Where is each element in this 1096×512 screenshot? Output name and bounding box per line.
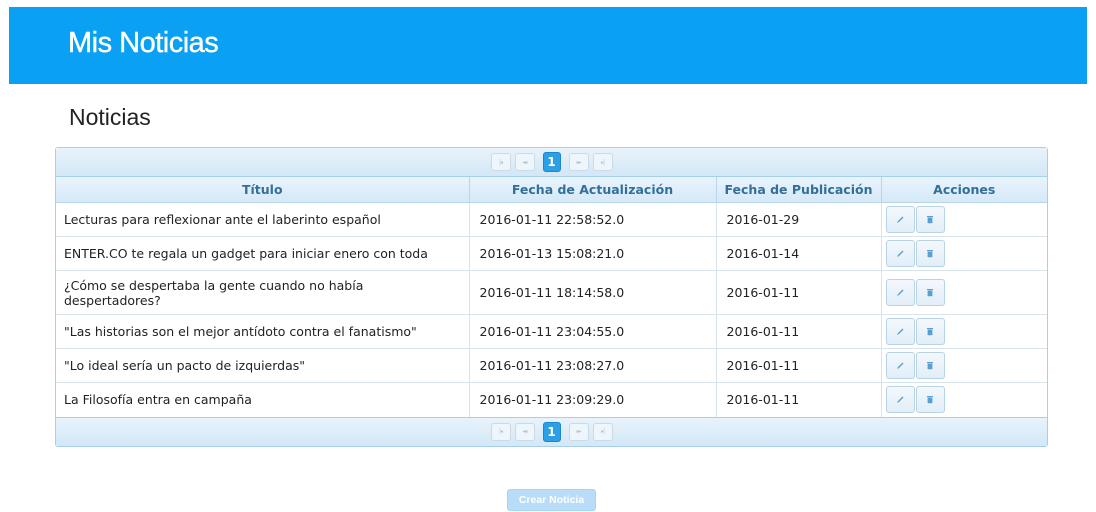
previous-page-icon[interactable]: ◂◂ — [514, 422, 535, 441]
previous-page-icon[interactable]: ◂◂ — [514, 153, 535, 171]
cell-fecha-publicacion: 2016-01-14 — [716, 236, 882, 271]
cell-fecha-publicacion: 2016-01-11 — [716, 348, 882, 383]
cell-acciones — [881, 236, 1047, 271]
cell-fecha-actualizacion: 2016-01-13 15:08:21.0 — [469, 236, 717, 271]
delete-button[interactable] — [915, 318, 945, 345]
news-table-panel: |◂ ◂◂ 1 ▸▸ ▸| Título Fecha de Actualizac… — [55, 147, 1048, 447]
column-header-fecha-publicacion[interactable]: Fecha de Publicación — [716, 177, 882, 203]
trash-icon — [926, 361, 934, 370]
next-page-icon[interactable]: ▸▸ — [568, 153, 589, 171]
trash-icon — [926, 215, 934, 224]
cell-fecha-publicacion: 2016-01-11 — [716, 382, 882, 417]
trash-icon — [926, 327, 934, 336]
edit-button[interactable] — [885, 206, 915, 233]
trash-icon — [926, 395, 934, 404]
cell-fecha-actualizacion: 2016-01-11 18:14:58.0 — [469, 270, 717, 315]
pencil-icon — [896, 288, 905, 297]
delete-button[interactable] — [915, 240, 945, 267]
first-page-icon[interactable]: |◂ — [490, 422, 511, 441]
pencil-icon — [896, 361, 905, 370]
app-header: Mis Noticias — [9, 7, 1087, 84]
cell-acciones — [881, 348, 1047, 383]
table-row[interactable]: Lecturas para reflexionar ante el laberi… — [56, 202, 1047, 237]
delete-button[interactable] — [915, 279, 945, 306]
delete-button[interactable] — [915, 352, 945, 379]
cell-fecha-publicacion: 2016-01-29 — [716, 202, 882, 237]
cell-fecha-actualizacion: 2016-01-11 23:09:29.0 — [469, 382, 717, 417]
trash-icon — [926, 288, 934, 297]
column-header-fecha-actualizacion[interactable]: Fecha de Actualización — [469, 177, 717, 203]
last-page-icon[interactable]: ▸| — [592, 422, 613, 441]
cell-fecha-actualizacion: 2016-01-11 23:04:55.0 — [469, 314, 717, 349]
delete-button[interactable] — [915, 206, 945, 233]
edit-button[interactable] — [885, 240, 915, 267]
table-row[interactable]: ENTER.CO te regala un gadget para inicia… — [56, 236, 1047, 271]
cell-fecha-publicacion: 2016-01-11 — [716, 314, 882, 349]
trash-icon — [926, 249, 934, 258]
column-header-acciones: Acciones — [881, 177, 1047, 203]
pencil-icon — [896, 327, 905, 336]
first-page-icon[interactable]: |◂ — [490, 153, 511, 171]
cell-titulo: ENTER.CO te regala un gadget para inicia… — [56, 236, 470, 271]
cell-acciones — [881, 202, 1047, 237]
paginator-top: |◂ ◂◂ 1 ▸▸ ▸| — [56, 148, 1047, 177]
table-header-row: Título Fecha de Actualización Fecha de P… — [56, 177, 1047, 203]
edit-button[interactable] — [885, 386, 915, 414]
cell-acciones — [881, 270, 1047, 315]
create-news-button[interactable]: Crear Noticia — [507, 489, 596, 511]
cell-titulo: La Filosofía entra en campaña — [56, 382, 470, 417]
pencil-icon — [896, 395, 905, 404]
edit-button[interactable] — [885, 352, 915, 379]
delete-button[interactable] — [915, 386, 945, 414]
cell-titulo: "Las historias son el mejor antídoto con… — [56, 314, 470, 349]
cell-fecha-publicacion: 2016-01-11 — [716, 270, 882, 315]
table-row[interactable]: "Lo ideal sería un pacto de izquierdas" 2… — [56, 348, 1047, 383]
page-number-button[interactable]: 1 — [542, 152, 561, 172]
pencil-icon — [896, 215, 905, 224]
edit-button[interactable] — [885, 279, 915, 306]
app-title: Mis Noticias — [68, 27, 219, 59]
cell-acciones — [881, 314, 1047, 349]
cell-titulo: Lecturas para reflexionar ante el laberi… — [56, 202, 470, 237]
page-title: Noticias — [69, 104, 151, 130]
cell-acciones — [881, 383, 1047, 417]
paginator-bottom: |◂ ◂◂ 1 ▸▸ ▸| — [56, 416, 1047, 446]
cell-fecha-actualizacion: 2016-01-11 22:58:52.0 — [469, 202, 717, 237]
cell-fecha-actualizacion: 2016-01-11 23:08:27.0 — [469, 348, 717, 383]
table-row[interactable]: ¿Cómo se despertaba la gente cuando no h… — [56, 270, 1047, 315]
next-page-icon[interactable]: ▸▸ — [568, 422, 589, 441]
column-header-titulo[interactable]: Título — [56, 177, 470, 203]
table-row[interactable]: La Filosofía entra en campaña 2016-01-11 … — [56, 382, 1047, 417]
last-page-icon[interactable]: ▸| — [592, 153, 613, 171]
cell-titulo: ¿Cómo se despertaba la gente cuando no h… — [56, 270, 470, 315]
edit-button[interactable] — [885, 318, 915, 345]
table-row[interactable]: "Las historias son el mejor antídoto con… — [56, 314, 1047, 349]
pencil-icon — [896, 249, 905, 258]
cell-titulo: "Lo ideal sería un pacto de izquierdas" — [56, 348, 470, 383]
news-table: Título Fecha de Actualización Fecha de P… — [56, 177, 1047, 417]
page-number-button[interactable]: 1 — [542, 421, 561, 442]
